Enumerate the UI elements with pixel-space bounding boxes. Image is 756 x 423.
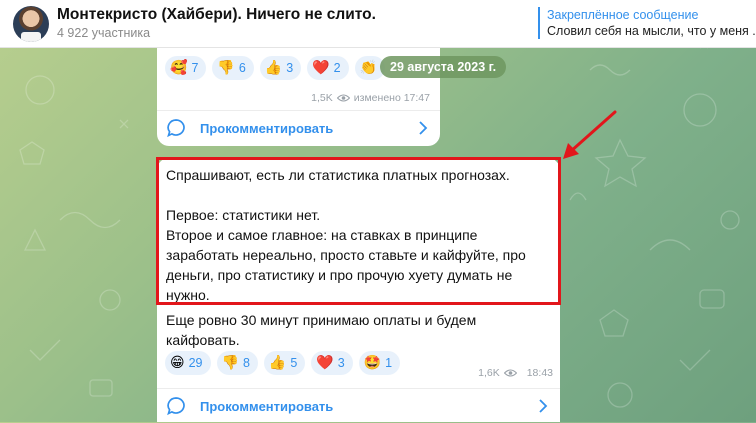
edited-timestamp: изменено 17:47 [353, 92, 430, 104]
chat-header: Монтекристо (Хайбери). Ничего не слито. … [0, 0, 756, 48]
reaction-count: 5 [290, 356, 298, 370]
main-post-reactions: 😁 29 👎 8 👍 5 ❤️ 3 🤩 1 [165, 351, 401, 375]
channel-avatar[interactable] [13, 6, 49, 42]
post-line: Спрашивают, есть ли статистика платных п… [166, 167, 510, 183]
grinning-face-emoji-icon: 😁 [170, 355, 185, 371]
reaction-count: 3 [337, 356, 345, 370]
previous-post-meta: 1,5K изменено 17:47 [311, 92, 430, 104]
reaction-thumbs-down[interactable]: 👎 6 [212, 56, 254, 80]
previous-post-reactions: 🥰 7 👎 6 👍 3 ❤️ 2 👏 [165, 56, 385, 80]
heart-emoji-icon: ❤️ [312, 60, 330, 76]
post-line: Первое: статистики нет. [166, 207, 321, 223]
eye-icon [336, 94, 350, 102]
comment-button[interactable]: Прокомментировать [166, 389, 552, 423]
post-text-followup: Еще ровно 30 минут принимаю оплаты и буд… [166, 310, 476, 350]
comment-label: Прокомментировать [200, 120, 334, 136]
post-line: Еще ровно 30 минут принимаю оплаты и буд… [166, 312, 477, 328]
comment-bubble-icon [167, 397, 185, 416]
date-separator: 29 августа 2023 г. [380, 56, 507, 78]
red-arrow-annotation [563, 110, 617, 159]
pinned-message-preview: Словил себя на мысли, что у меня ... [547, 24, 756, 38]
chevron-right-icon [539, 399, 548, 413]
comment-label: Прокомментировать [200, 398, 334, 414]
channel-title[interactable]: Монтекристо (Хайбери). Ничего не слито. [57, 6, 376, 24]
reaction-thumbs-down[interactable]: 👎 8 [216, 351, 258, 375]
thumbs-up-emoji-icon: 👍 [264, 60, 283, 76]
view-count: 1,5K [311, 92, 333, 104]
comment-button[interactable]: Прокомментировать [166, 111, 432, 145]
post-line: нужно. [166, 287, 210, 303]
thumbs-up-emoji-icon: 👍 [268, 355, 287, 371]
reaction-thumbs-up[interactable]: 👍 3 [259, 56, 302, 80]
reaction-count: 29 [188, 356, 203, 370]
main-post-card: Спрашивают, есть ли статистика платных п… [157, 158, 560, 422]
view-count: 1,6K [478, 367, 500, 379]
star-struck-emoji-icon: 🤩 [363, 355, 382, 371]
thumbs-down-emoji-icon: 👎 [217, 60, 235, 76]
reaction-thumbs-up[interactable]: 👍 5 [263, 351, 306, 375]
reaction-star-struck[interactable]: 🤩 1 [358, 351, 401, 375]
reaction-heart[interactable]: ❤️ 2 [307, 56, 349, 80]
reaction-count: 6 [238, 61, 246, 75]
heart-emoji-icon: ❤️ [316, 355, 334, 371]
pinned-message-title: Закреплённое сообщение [547, 8, 699, 22]
reaction-count: 3 [286, 61, 294, 75]
pinned-message-bar[interactable]: Закреплённое сообщение Словил себя на мы… [538, 7, 756, 39]
comment-bubble-icon [167, 119, 185, 138]
reaction-count: 1 [385, 356, 393, 370]
reaction-count: 2 [333, 61, 341, 75]
main-post-meta: 1,6K 18:43 [478, 367, 553, 379]
smiling-hearts-emoji-icon: 🥰 [170, 60, 188, 76]
reaction-count: 7 [191, 61, 199, 75]
clapping-hands-emoji-icon: 👏 [359, 60, 377, 76]
post-line: кайфовать. [166, 332, 240, 348]
reaction-count: 8 [242, 356, 250, 370]
post-text-highlighted: Спрашивают, есть ли статистика платных п… [166, 165, 526, 305]
chevron-right-icon [419, 121, 428, 135]
post-line: Второе и самое главное: на ставках в при… [166, 227, 478, 243]
member-count: 4 922 участника [57, 26, 151, 40]
post-timestamp: 18:43 [526, 367, 553, 379]
post-line: заработать нереально, просто ставьте и к… [166, 247, 526, 263]
thumbs-down-emoji-icon: 👎 [221, 355, 239, 371]
reaction-grinning[interactable]: 😁 29 [165, 351, 211, 375]
reaction-smiling-hearts[interactable]: 🥰 7 [165, 56, 207, 80]
reaction-heart[interactable]: ❤️ 3 [311, 351, 353, 375]
eye-icon [503, 369, 517, 377]
post-line: деньги, про статистику и про прочую хует… [166, 267, 513, 283]
